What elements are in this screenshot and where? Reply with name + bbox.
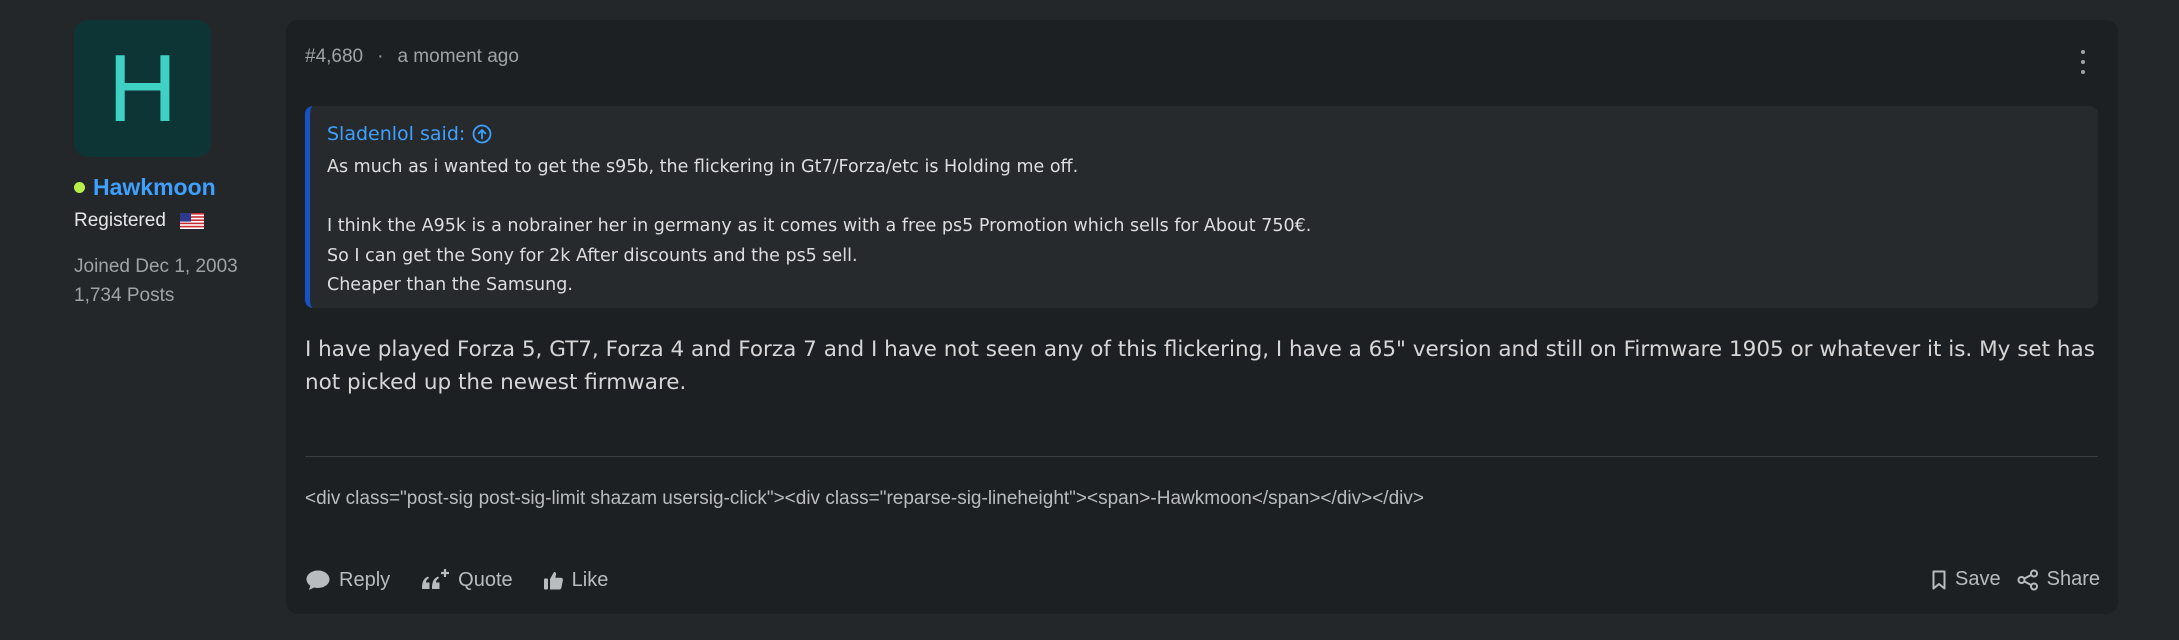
post-signature: <div class="post-sig post-sig-limit shaz… bbox=[305, 488, 1424, 509]
more-options-icon[interactable] bbox=[2080, 50, 2086, 74]
post-number-link[interactable]: #4,680 bbox=[305, 46, 363, 68]
share-button[interactable]: Share bbox=[2017, 568, 2100, 591]
header-separator: · bbox=[377, 46, 384, 67]
user-post-count: 1,734 Posts bbox=[74, 285, 175, 306]
quote-line: I think the A95k is a nobrainer her in g… bbox=[327, 216, 1312, 236]
speech-bubble-icon bbox=[306, 570, 330, 590]
avatar[interactable]: H bbox=[74, 20, 211, 157]
save-label: Save bbox=[1955, 568, 2001, 590]
post-card: #4,680 · a moment ago Sladenlol said: As… bbox=[286, 20, 2118, 614]
post-actions-left: Reply Quote Like bbox=[305, 568, 608, 592]
signature-divider bbox=[305, 456, 2098, 457]
like-label: Like bbox=[571, 568, 609, 591]
quote-author-label: Sladenlol said: bbox=[327, 123, 466, 145]
post-header: #4,680 · a moment ago bbox=[305, 46, 519, 68]
username-link[interactable]: Hawkmoon bbox=[93, 174, 216, 201]
arrow-up-circle-icon[interactable] bbox=[472, 124, 492, 144]
online-status-dot bbox=[74, 182, 85, 193]
bookmark-icon bbox=[1932, 570, 1946, 589]
username-row: Hawkmoon bbox=[74, 174, 216, 201]
save-button[interactable]: Save bbox=[1931, 568, 2001, 591]
quote-author-link[interactable]: Sladenlol said: bbox=[327, 120, 2098, 148]
like-button[interactable]: Like bbox=[543, 568, 609, 592]
quote-content: As much as i wanted to get the s95b, the… bbox=[327, 153, 2098, 301]
quote-block: Sladenlol said: As much as i wanted to g… bbox=[305, 106, 2098, 308]
post-timestamp[interactable]: a moment ago bbox=[397, 46, 518, 68]
us-flag-icon bbox=[179, 213, 204, 229]
quote-button[interactable]: Quote bbox=[420, 568, 513, 592]
reply-label: Reply bbox=[339, 568, 391, 591]
share-label: Share bbox=[2046, 568, 2100, 590]
user-role-row: Registered bbox=[74, 210, 204, 232]
quote-line: Cheaper than the Samsung. bbox=[327, 275, 573, 295]
quote-line: So I can get the Sony for 2k After disco… bbox=[327, 245, 858, 266]
post-actions-right: Save Share bbox=[1931, 568, 2100, 591]
post-body: I have played Forza 5, GT7, Forza 4 and … bbox=[305, 337, 2095, 395]
thumbs-up-icon bbox=[543, 571, 563, 589]
reply-button[interactable]: Reply bbox=[305, 568, 390, 592]
quote-plus-icon bbox=[422, 569, 450, 589]
quote-line bbox=[327, 183, 2098, 213]
share-icon bbox=[2017, 569, 2038, 590]
user-role: Registered bbox=[74, 210, 166, 231]
quote-label: Quote bbox=[458, 568, 513, 591]
quote-line: As much as i wanted to get the s95b, the… bbox=[327, 157, 1079, 177]
user-joined-date: Joined Dec 1, 2003 bbox=[74, 256, 238, 277]
